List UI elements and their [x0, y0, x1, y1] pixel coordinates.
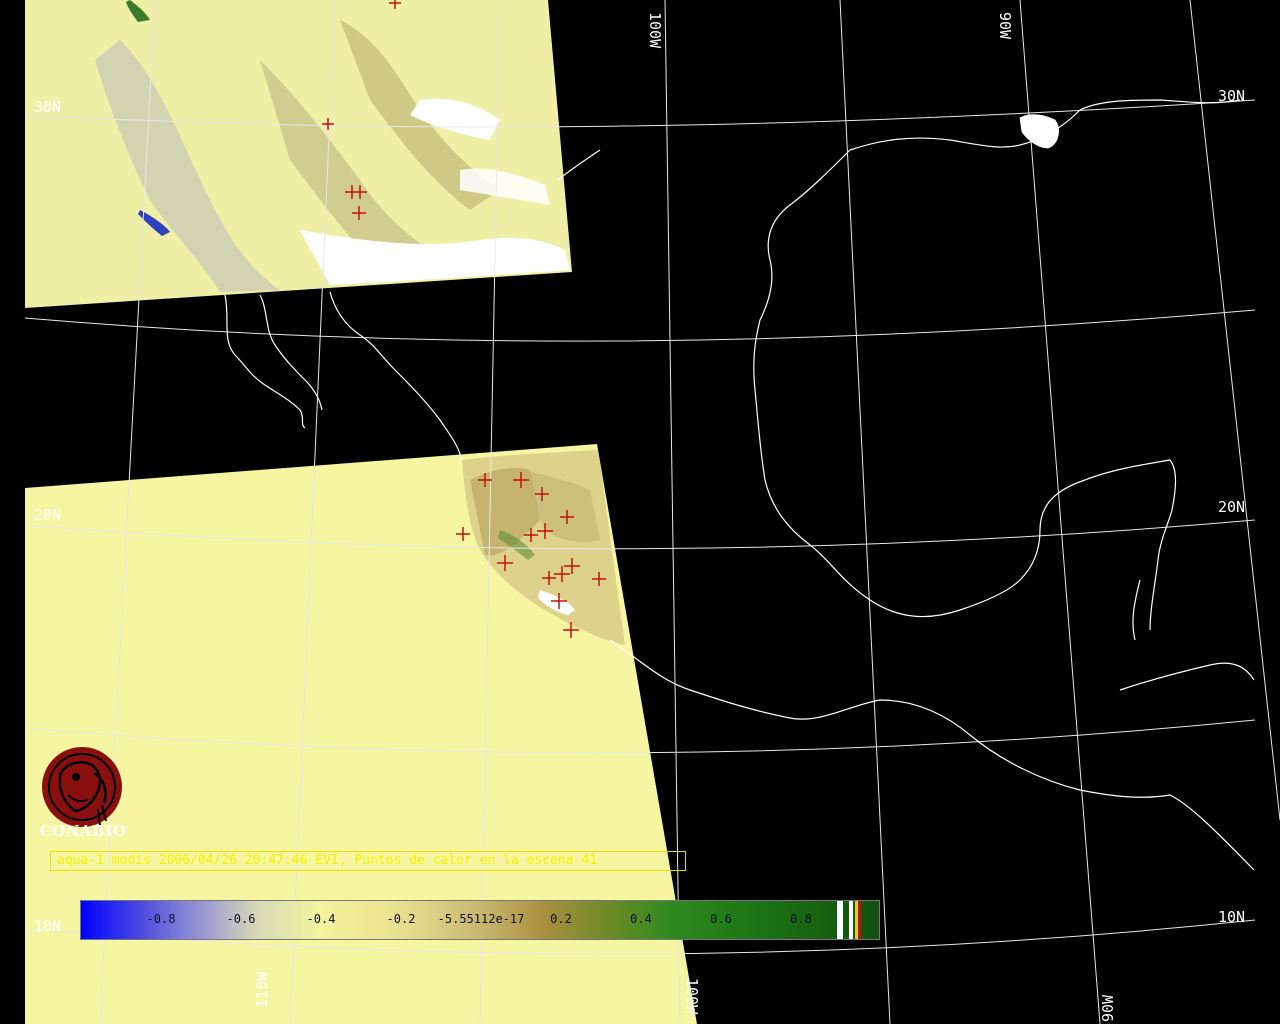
lat-label: 20N [34, 506, 61, 524]
evi-colorbar: -0.8 -0.6 -0.4 -0.2 -5.55112e-17 0.2 0.4… [80, 900, 880, 940]
conabio-logo-text: CONABIO [39, 822, 127, 840]
colorbar-mark-white [837, 901, 843, 939]
lat-label: 10N [34, 917, 61, 935]
lon-label: 100W [646, 12, 664, 49]
colorbar-tick: -0.4 [306, 912, 336, 926]
colorbar-tick: 0.8 [790, 912, 812, 926]
colorbar-tick: -5.55112e-17 [437, 912, 525, 926]
lon-label: 110W [253, 971, 271, 1008]
colorbar-tick: 0.2 [550, 912, 572, 926]
colorbar-tick: 0.4 [630, 912, 652, 926]
colorbar-tick: -0.6 [226, 912, 256, 926]
colorbar-tick: -0.2 [386, 912, 416, 926]
lat-label: 20N [1218, 498, 1245, 516]
scene-caption: aqua-1 modis 2006/04/26 20:47:46 EVI, Pu… [50, 851, 686, 871]
satellite-swath-north [25, 0, 572, 308]
lon-label: 100W [683, 978, 701, 1015]
colorbar-tick: -0.8 [146, 912, 176, 926]
lat-label: 30N [34, 98, 61, 116]
colorbar-tick: 0.6 [710, 912, 732, 926]
lon-label: 90W [996, 12, 1014, 40]
lat-label: 30N [1218, 87, 1245, 105]
lat-label: 10N [1218, 908, 1245, 926]
colorbar-mark-white [849, 901, 853, 939]
lon-label: 90W [1099, 994, 1117, 1022]
colorbar-mark-red [858, 901, 861, 939]
